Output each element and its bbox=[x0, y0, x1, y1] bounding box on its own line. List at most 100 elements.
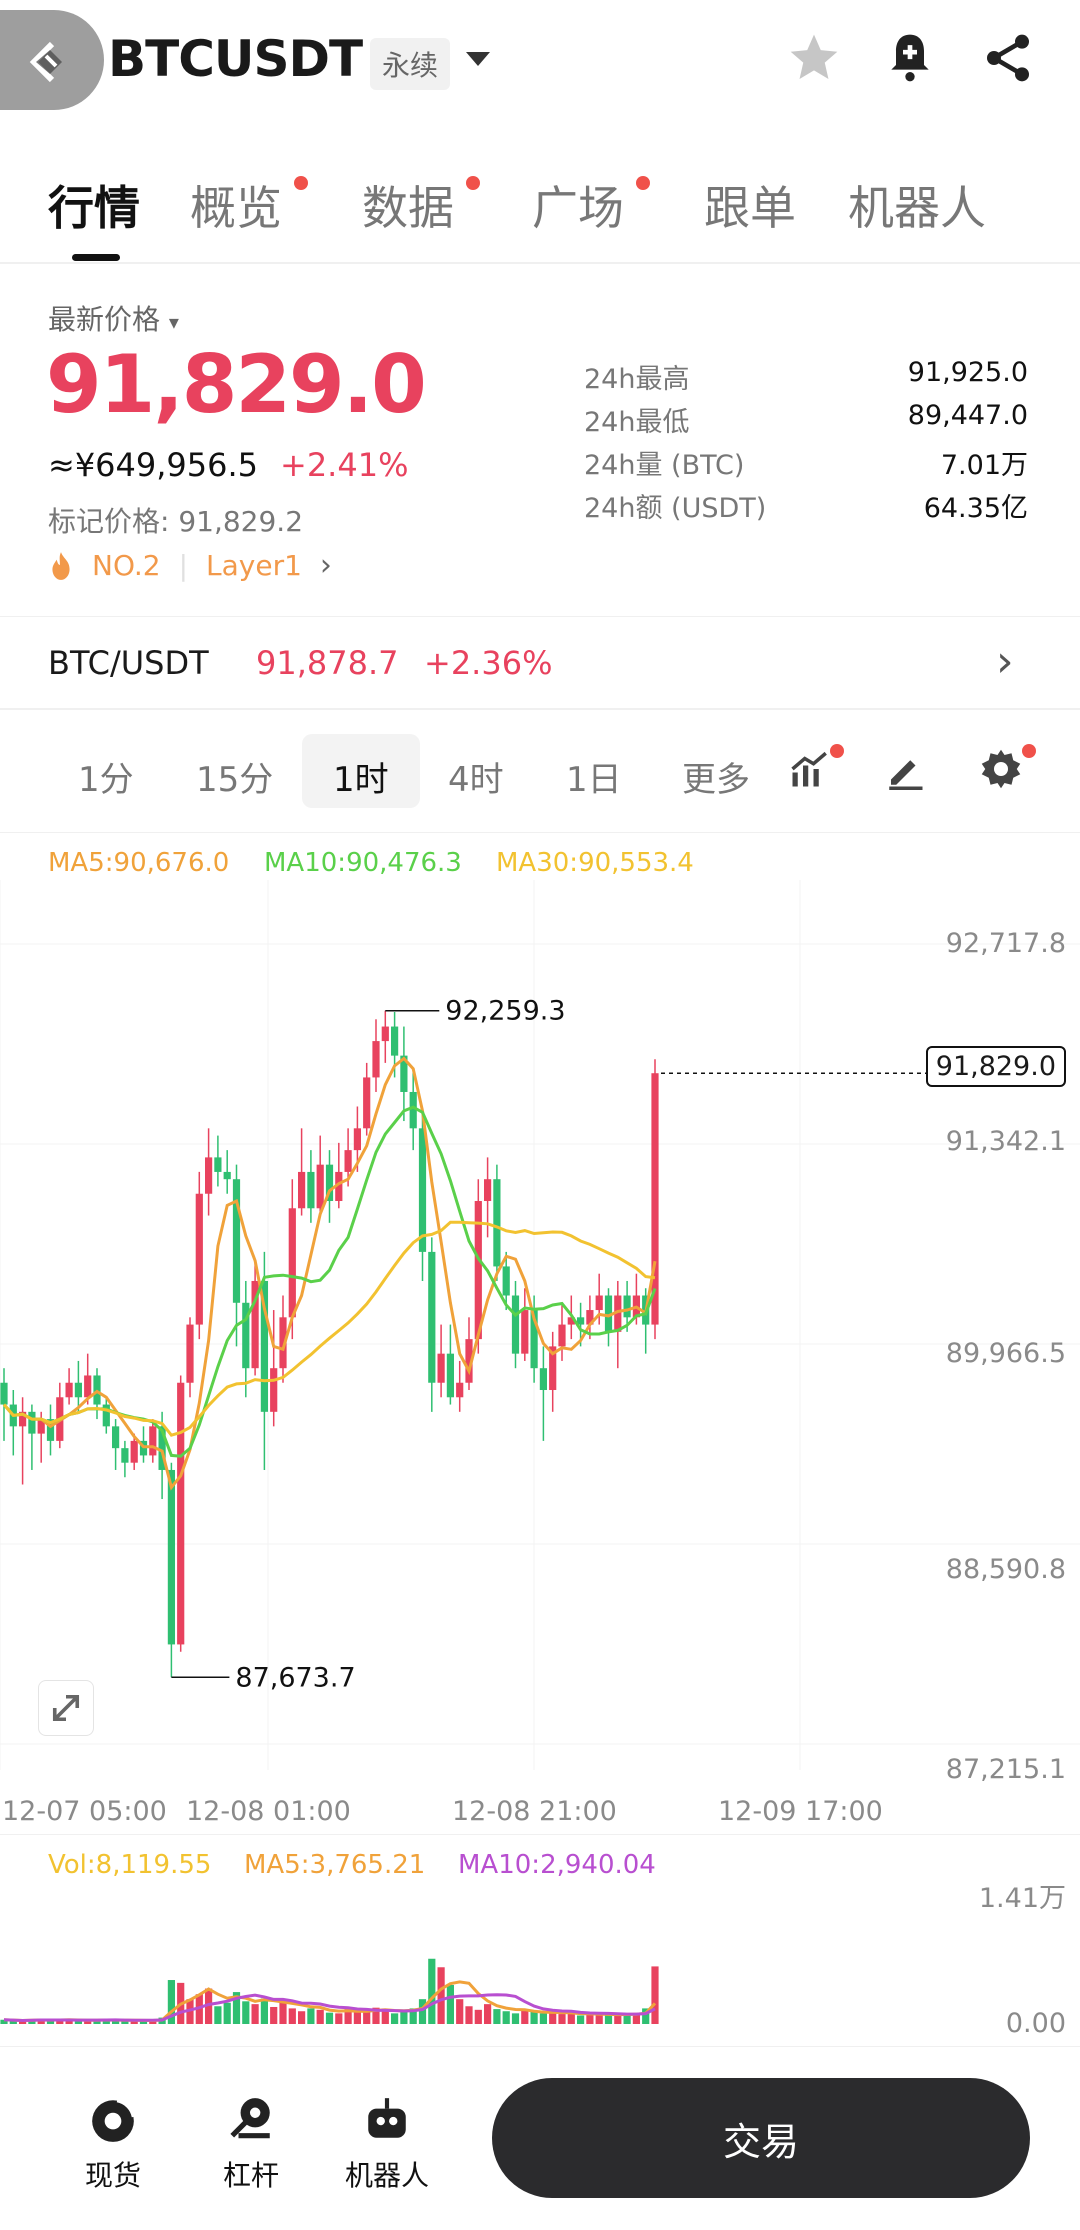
candle-body bbox=[167, 1469, 175, 1645]
nav-spot[interactable]: 现货 bbox=[58, 2154, 168, 2194]
x-axis-label: 12-08 01:00 bbox=[186, 1796, 351, 1827]
trade-button[interactable]: 交易 bbox=[492, 2078, 1030, 2198]
candle-body bbox=[484, 1179, 492, 1202]
candle-body bbox=[595, 1295, 603, 1311]
y-axis-label: 87,215.1 bbox=[945, 1754, 1066, 1785]
candle-body bbox=[74, 1382, 82, 1398]
candle-body bbox=[112, 1426, 120, 1449]
notification-dot bbox=[636, 176, 650, 190]
ma5-line bbox=[2, 1056, 657, 1491]
candle-body bbox=[521, 1310, 529, 1354]
tab-market[interactable]: 行情 bbox=[48, 172, 140, 238]
candle-body bbox=[130, 1440, 138, 1463]
coin-icon bbox=[88, 2094, 138, 2144]
candle-body bbox=[186, 1324, 194, 1383]
nav-margin[interactable]: 杠杆 bbox=[196, 2154, 306, 2194]
x-axis-label: 12-08 21:00 bbox=[452, 1796, 617, 1827]
caret-down-icon: ▾ bbox=[168, 310, 179, 334]
volume-chart[interactable] bbox=[0, 1900, 1080, 2030]
back-button[interactable] bbox=[0, 10, 104, 110]
candle-body bbox=[344, 1150, 352, 1172]
leverage-icon bbox=[226, 2094, 276, 2144]
volume-bar bbox=[335, 2013, 343, 2024]
volume-bar bbox=[214, 2006, 222, 2024]
volume-bar bbox=[325, 2012, 334, 2024]
volume-bar bbox=[521, 2010, 529, 2024]
interval-1h[interactable]: 1时 bbox=[333, 752, 389, 801]
interval-1d[interactable]: 1日 bbox=[566, 752, 622, 801]
stat-24h-volume-label: 24h量 (BTC) bbox=[584, 450, 745, 481]
indicators-icon[interactable] bbox=[788, 748, 832, 794]
settings-gear-icon[interactable] bbox=[980, 748, 1022, 794]
candle-body bbox=[0, 1382, 8, 1405]
tab-data[interactable]: 数据 bbox=[362, 172, 454, 238]
interval-more[interactable]: 更多 bbox=[682, 752, 750, 801]
active-tab-indicator bbox=[72, 254, 120, 261]
volume-bar bbox=[577, 2015, 585, 2024]
sector-tag[interactable]: Layer1 bbox=[206, 549, 302, 582]
tab-copy-trading[interactable]: 跟单 bbox=[704, 172, 796, 238]
volume-bar bbox=[539, 2013, 547, 2024]
latest-price: 91,829.0 bbox=[46, 338, 427, 431]
volume-bar bbox=[298, 2011, 306, 2024]
x-axis-label: 12-09 17:00 bbox=[718, 1796, 883, 1827]
flame-icon bbox=[52, 551, 70, 580]
volume-bar bbox=[391, 2013, 399, 2024]
tab-bots[interactable]: 机器人 bbox=[848, 172, 986, 238]
add-alert-bell-icon[interactable] bbox=[882, 30, 938, 86]
stat-24h-high-value: 91,925.0 bbox=[907, 357, 1028, 388]
y-axis-label: 91,342.1 bbox=[945, 1126, 1066, 1157]
cny-price: ≈¥649,956.5 bbox=[48, 446, 259, 484]
volume-bar bbox=[493, 2009, 501, 2024]
candlestick-chart[interactable]: 92,259.3 87,673.7 bbox=[0, 880, 1080, 1770]
candle-body bbox=[205, 1157, 213, 1194]
candle-body bbox=[418, 1128, 427, 1252]
volume-bar bbox=[353, 2011, 361, 2024]
ma5-legend: MA5:90,676.0 bbox=[48, 848, 230, 878]
tab-overview[interactable]: 概览 bbox=[190, 172, 282, 238]
interval-15m[interactable]: 15分 bbox=[196, 752, 273, 801]
notification-dot bbox=[466, 176, 480, 190]
candle-body bbox=[288, 1208, 296, 1318]
volume-bar bbox=[484, 2004, 492, 2024]
interval-1m[interactable]: 1分 bbox=[78, 752, 134, 801]
chevron-right-icon[interactable]: › bbox=[320, 548, 332, 583]
symbol-title[interactable]: BTCUSDT bbox=[108, 30, 363, 88]
candle-body bbox=[270, 1368, 278, 1412]
chevron-right-icon[interactable]: › bbox=[996, 636, 1014, 687]
candle-body bbox=[437, 1353, 445, 1383]
divider bbox=[0, 1834, 1080, 1835]
volume-bar bbox=[316, 2009, 324, 2024]
latest-price-label[interactable]: 最新价格 ▾ bbox=[48, 298, 179, 338]
candle-body bbox=[363, 1077, 371, 1129]
divider bbox=[0, 2046, 1080, 2047]
interval-4h[interactable]: 4时 bbox=[448, 752, 504, 801]
volume-bar bbox=[260, 1998, 268, 2024]
candle-body bbox=[149, 1426, 157, 1456]
nav-bots[interactable]: 机器人 bbox=[332, 2154, 442, 2194]
volume-bar bbox=[474, 2009, 482, 2024]
candle-body bbox=[84, 1375, 92, 1398]
volume-bar bbox=[428, 1958, 436, 2024]
share-icon[interactable] bbox=[980, 30, 1036, 86]
rank-badge[interactable]: NO.2 bbox=[92, 549, 161, 582]
chevron-down-icon[interactable] bbox=[466, 52, 490, 66]
ma30-line bbox=[2, 1220, 656, 1437]
candle-body bbox=[121, 1448, 129, 1463]
robot-icon bbox=[362, 2094, 412, 2144]
candle-body bbox=[232, 1179, 241, 1303]
stat-24h-high-label: 24h最高 bbox=[584, 364, 690, 395]
candle-body bbox=[558, 1324, 566, 1347]
tab-square[interactable]: 广场 bbox=[532, 172, 624, 238]
candle-body bbox=[372, 1041, 380, 1078]
candle-body bbox=[177, 1382, 185, 1645]
volume-bar bbox=[549, 2012, 557, 2024]
candle-body bbox=[493, 1179, 501, 1267]
volume-legend: Vol:8,119.55 bbox=[48, 1850, 212, 1880]
star-icon[interactable] bbox=[786, 30, 842, 86]
draw-pen-icon[interactable] bbox=[884, 748, 926, 794]
divider bbox=[0, 832, 1080, 833]
volume-bar bbox=[446, 1984, 454, 2024]
spot-pair-name[interactable]: BTC/USDT bbox=[48, 644, 209, 682]
fullscreen-expand-button[interactable] bbox=[38, 1680, 94, 1736]
